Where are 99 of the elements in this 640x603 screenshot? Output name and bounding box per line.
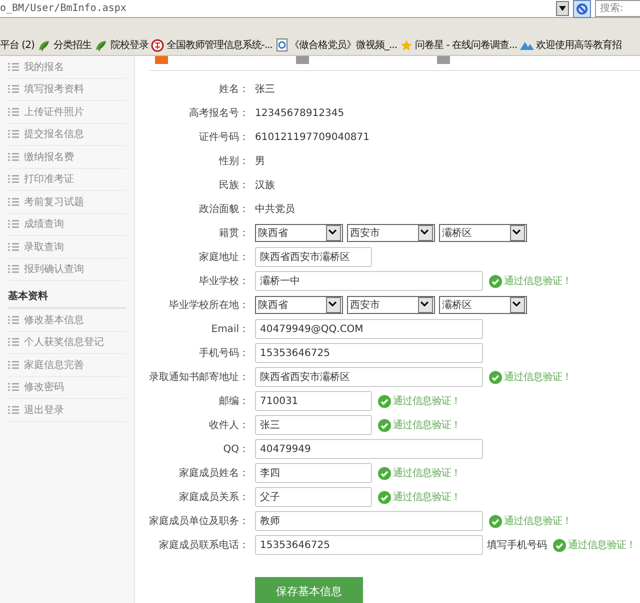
field-value: 610121197709040871: [255, 132, 370, 142]
field-label: 手机号码：: [198, 346, 249, 360]
page-icon: [276, 38, 288, 52]
caret-icon[interactable]: [510, 297, 525, 313]
field-value: 中共党员: [255, 202, 295, 216]
list-icon: [8, 406, 19, 414]
verified-message: 通过信息验证！: [393, 490, 461, 504]
select-field[interactable]: 灞桥区: [439, 224, 527, 242]
field-label: 收件人：: [208, 419, 249, 432]
field-value: 张三: [255, 82, 275, 96]
bookmark-link[interactable]: 问卷星 - 在线问卷调查...: [415, 38, 518, 52]
check-icon: [378, 490, 391, 504]
select-field[interactable]: 陕西省: [255, 224, 343, 242]
check-icon: [489, 514, 502, 528]
field-label: 家庭地址：: [198, 250, 249, 264]
search-field[interactable]: 搜索:: [595, 0, 640, 17]
field-label: 性别：: [218, 154, 249, 168]
input-field[interactable]: 陕西省西安市灞桥区: [255, 367, 483, 387]
input-field[interactable]: 李四: [255, 463, 372, 483]
dropdown-icon[interactable]: [556, 1, 569, 16]
verified-message: 通过信息验证！: [504, 514, 572, 528]
list-icon: [8, 242, 19, 251]
field-label: QQ：: [222, 443, 249, 456]
field-label: 毕业学校所在地：: [168, 298, 249, 312]
list-icon: [8, 198, 19, 206]
list-icon: [8, 85, 19, 94]
list-icon: [8, 108, 19, 116]
star-icon: [400, 38, 414, 52]
check-icon: [553, 538, 566, 552]
field-value: 汉族: [255, 178, 275, 192]
list-icon: [8, 360, 19, 369]
seal-icon: [151, 38, 164, 52]
bookmark-link[interactable]: 分类招生: [53, 38, 92, 52]
select-field[interactable]: 西安市: [347, 296, 435, 314]
verified-message: 通过信息验证！: [568, 538, 636, 552]
field-label: 家庭成员单位及职务：: [149, 514, 249, 528]
field-label: 民族：: [218, 178, 249, 192]
field-label: Email：: [210, 323, 249, 336]
input-field[interactable]: 40479949@QQ.COM: [255, 319, 483, 339]
bookmark-link[interactable]: 院校登录: [110, 38, 148, 52]
verified-message: 通过信息验证！: [504, 370, 572, 384]
list-icon: [8, 220, 19, 228]
list-icon: [8, 265, 19, 274]
select-field[interactable]: 西安市: [347, 224, 435, 242]
caret-icon[interactable]: [418, 297, 433, 313]
check-icon: [378, 466, 391, 480]
field-label: 籍贯：: [218, 227, 249, 240]
verified-message: 通过信息验证！: [393, 418, 461, 432]
field-value: 12345678912345: [255, 108, 344, 118]
check-icon: [378, 418, 391, 432]
check-icon: [489, 274, 502, 288]
sidebar-heading: 基本资料: [8, 281, 126, 309]
hint-text: 填写手机号码: [487, 538, 547, 552]
verified-message: 通过信息验证！: [393, 394, 461, 408]
field-label: 姓名：: [218, 83, 249, 96]
input-field[interactable]: 教师: [255, 511, 483, 531]
field-label: 家庭成员关系：: [178, 490, 249, 504]
input-field[interactable]: 40479949: [255, 439, 483, 459]
field-label: 家庭成员联系电话：: [158, 538, 249, 552]
caret-icon[interactable]: [510, 225, 525, 241]
field-label: 录取通知书邮寄地址：: [149, 370, 249, 384]
list-icon: [8, 62, 19, 71]
input-field[interactable]: 张三: [255, 415, 372, 435]
input-field[interactable]: 15353646725: [255, 343, 483, 363]
verified-message: 通过信息验证！: [393, 466, 461, 480]
bookmark-link[interactable]: 平台 (2): [0, 38, 34, 52]
select-field[interactable]: 陕西省: [255, 296, 343, 314]
input-field[interactable]: 父子: [255, 487, 372, 507]
bookmark-link[interactable]: 欢迎使用高等教育招: [536, 38, 622, 52]
list-icon: [8, 383, 19, 392]
list-icon: [8, 175, 19, 184]
caret-icon[interactable]: [418, 225, 433, 241]
address-url[interactable]: o_BM/User/BmInfo.aspx: [0, 3, 556, 14]
bookmark-link[interactable]: 《做合格党员》微视频_...: [290, 38, 398, 52]
list-icon: [8, 338, 19, 346]
verified-message: 通过信息验证！: [504, 274, 572, 288]
input-field[interactable]: 陕西省西安市灞桥区: [255, 247, 372, 267]
leaf-icon: [37, 38, 52, 52]
caret-icon[interactable]: [326, 225, 341, 241]
field-label: 政治面貌：: [198, 203, 249, 216]
list-icon: [8, 316, 19, 324]
check-icon: [489, 370, 502, 384]
input-field[interactable]: 15353646725: [255, 535, 483, 555]
leaf-icon: [94, 38, 108, 52]
input-field[interactable]: 710031: [255, 391, 372, 411]
field-label: 邮编：: [218, 394, 249, 408]
caret-icon[interactable]: [326, 297, 341, 313]
stop-icon[interactable]: [573, 0, 591, 18]
field-label: 证件号码：: [198, 131, 249, 144]
list-icon: [8, 152, 19, 161]
field-label: 高考报名号：: [188, 106, 249, 120]
input-field[interactable]: 灞桥一中: [255, 271, 483, 291]
field-label: 毕业学校：: [198, 274, 249, 288]
list-icon: [8, 130, 19, 138]
select-field[interactable]: 灞桥区: [439, 296, 527, 314]
bookmark-link[interactable]: 全国教师管理信息系统-...: [166, 38, 272, 52]
field-label: 家庭成员姓名：: [178, 466, 249, 480]
field-value: 男: [255, 155, 265, 168]
check-icon: [378, 394, 391, 408]
